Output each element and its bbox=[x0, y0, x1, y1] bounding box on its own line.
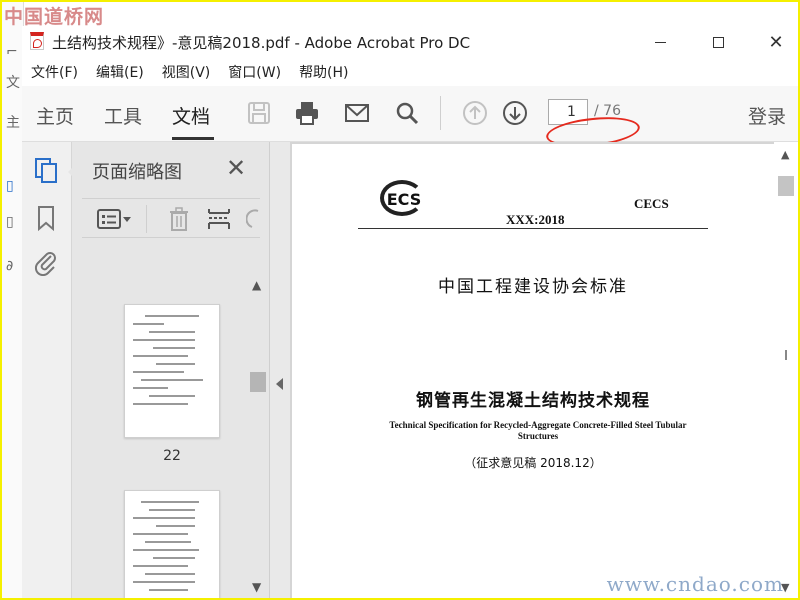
extract-page-icon[interactable] bbox=[206, 207, 232, 231]
collapse-panel-icon[interactable] bbox=[276, 378, 283, 390]
thumbnail-scrollbar[interactable]: ▲ ▼ bbox=[248, 274, 268, 598]
delete-page-icon[interactable] bbox=[166, 207, 192, 231]
background-text: 文 bbox=[6, 75, 20, 91]
acrobat-window: 土结构技术规程》-意见稿2018.pdf - Adobe Acrobat Pro… bbox=[22, 26, 798, 598]
maximize-icon bbox=[712, 36, 724, 48]
document-title-en: Technical Specification for Recycled-Agg… bbox=[389, 420, 687, 441]
panel-close-icon[interactable]: ✕ bbox=[226, 154, 246, 182]
minimize-icon bbox=[654, 41, 666, 43]
login-link[interactable]: 登录 bbox=[748, 102, 786, 129]
scrollbar-thumb[interactable] bbox=[250, 372, 266, 392]
menu-window[interactable]: 窗口(W) bbox=[219, 60, 290, 82]
association-name: 中国工程建设协会标准 bbox=[438, 277, 628, 297]
ecs-logo-text: ECS bbox=[386, 190, 422, 209]
main-toolbar: 主页 工具 文档 1 / 76 登录 bbox=[22, 86, 798, 151]
document-page: ECS CECS XXX:2018 中国工程建设协会标准 钢管再生混凝土结构技术… bbox=[292, 144, 774, 598]
pdf-file-icon bbox=[30, 32, 44, 50]
toolbar-separator bbox=[440, 96, 441, 130]
header-rule bbox=[358, 228, 708, 229]
menu-file[interactable]: 文件(F) bbox=[22, 60, 87, 82]
previous-page-icon[interactable] bbox=[462, 100, 488, 126]
bookmark-icon[interactable] bbox=[32, 204, 60, 232]
menu-bar: 文件(F) 编辑(E) 视图(V) 窗口(W) 帮助(H) bbox=[22, 60, 798, 82]
title-bar: 土结构技术规程》-意见稿2018.pdf - Adobe Acrobat Pro… bbox=[22, 26, 798, 58]
next-page-icon[interactable] bbox=[502, 100, 528, 126]
menu-help[interactable]: 帮助(H) bbox=[290, 60, 357, 82]
publisher-code: CECS bbox=[634, 196, 669, 211]
tab-document[interactable]: 文档 bbox=[172, 102, 210, 129]
mail-icon[interactable] bbox=[344, 100, 370, 126]
background-window: ⌐ 文 主 ▯ ▯ ∂ bbox=[2, 2, 24, 598]
scroll-down-icon[interactable]: ▼ bbox=[252, 580, 261, 594]
standard-number: XXX:2018 bbox=[506, 212, 565, 227]
options-icon[interactable] bbox=[96, 207, 132, 231]
background-bookmark-icon: ▯ bbox=[6, 214, 14, 230]
page-thumbnail[interactable] bbox=[124, 304, 220, 438]
print-icon[interactable] bbox=[294, 100, 320, 126]
tab-home[interactable]: 主页 bbox=[36, 102, 74, 129]
menu-view[interactable]: 视图(V) bbox=[153, 60, 220, 82]
page-thumbnail[interactable] bbox=[124, 490, 220, 598]
navigation-rail bbox=[22, 142, 76, 598]
thumbnail-panel: 页面缩略图 ✕ 22 ▲ ▼ bbox=[72, 142, 270, 598]
document-viewport: ECS CECS XXX:2018 中国工程建设协会标准 钢管再生混凝土结构技术… bbox=[290, 142, 798, 598]
menu-edit[interactable]: 编辑(E) bbox=[87, 60, 153, 82]
thumbnail-list: 22 bbox=[72, 274, 248, 598]
close-icon: ✕ bbox=[768, 31, 784, 53]
tab-tools[interactable]: 工具 bbox=[104, 102, 142, 129]
panel-toolbar-separator bbox=[146, 205, 147, 233]
maximize-button[interactable] bbox=[698, 26, 738, 58]
search-icon[interactable] bbox=[394, 100, 420, 126]
attachment-icon[interactable] bbox=[32, 248, 60, 276]
background-pages-icon: ▯ bbox=[6, 178, 14, 194]
scroll-position-mark bbox=[785, 350, 787, 360]
background-pdf-icon: ⌐ bbox=[6, 44, 18, 60]
background-clip-icon: ∂ bbox=[6, 258, 14, 274]
document-scrollbar[interactable]: ▲ ▼ bbox=[774, 142, 798, 598]
draft-note: （征求意见稿 2018.12） bbox=[464, 456, 602, 470]
window-title: 土结构技术规程》-意见稿2018.pdf - Adobe Acrobat Pro… bbox=[52, 34, 471, 52]
thumbnail-label: 22 bbox=[163, 448, 181, 464]
close-button[interactable]: ✕ bbox=[756, 26, 796, 58]
panel-collapse-strip[interactable] bbox=[270, 142, 290, 598]
background-text: 主 bbox=[6, 115, 20, 131]
minimize-button[interactable] bbox=[640, 26, 680, 58]
rotate-page-icon[interactable] bbox=[246, 207, 260, 231]
scrollbar-thumb[interactable] bbox=[778, 176, 794, 196]
watermark-top: 中国道桥网 bbox=[4, 6, 105, 28]
ecs-logo: ECS bbox=[376, 180, 432, 220]
active-tab-indicator bbox=[172, 137, 214, 140]
save-icon[interactable] bbox=[246, 100, 272, 126]
document-title-cn: 钢管再生混凝土结构技术规程 bbox=[416, 391, 650, 411]
watermark-bottom: www.cndao.com bbox=[606, 572, 784, 596]
page-thumbnails-icon[interactable] bbox=[32, 156, 60, 184]
panel-title: 页面缩略图 bbox=[92, 162, 182, 183]
scroll-up-icon[interactable]: ▲ bbox=[252, 278, 261, 292]
screenshot-frame: ⌐ 文 主 ▯ ▯ ∂ 中国道桥网 土结构技术规程》-意见稿2018.pdf -… bbox=[2, 2, 798, 598]
thumbnail-toolbar bbox=[82, 198, 260, 238]
scroll-up-icon[interactable]: ▲ bbox=[781, 148, 789, 161]
